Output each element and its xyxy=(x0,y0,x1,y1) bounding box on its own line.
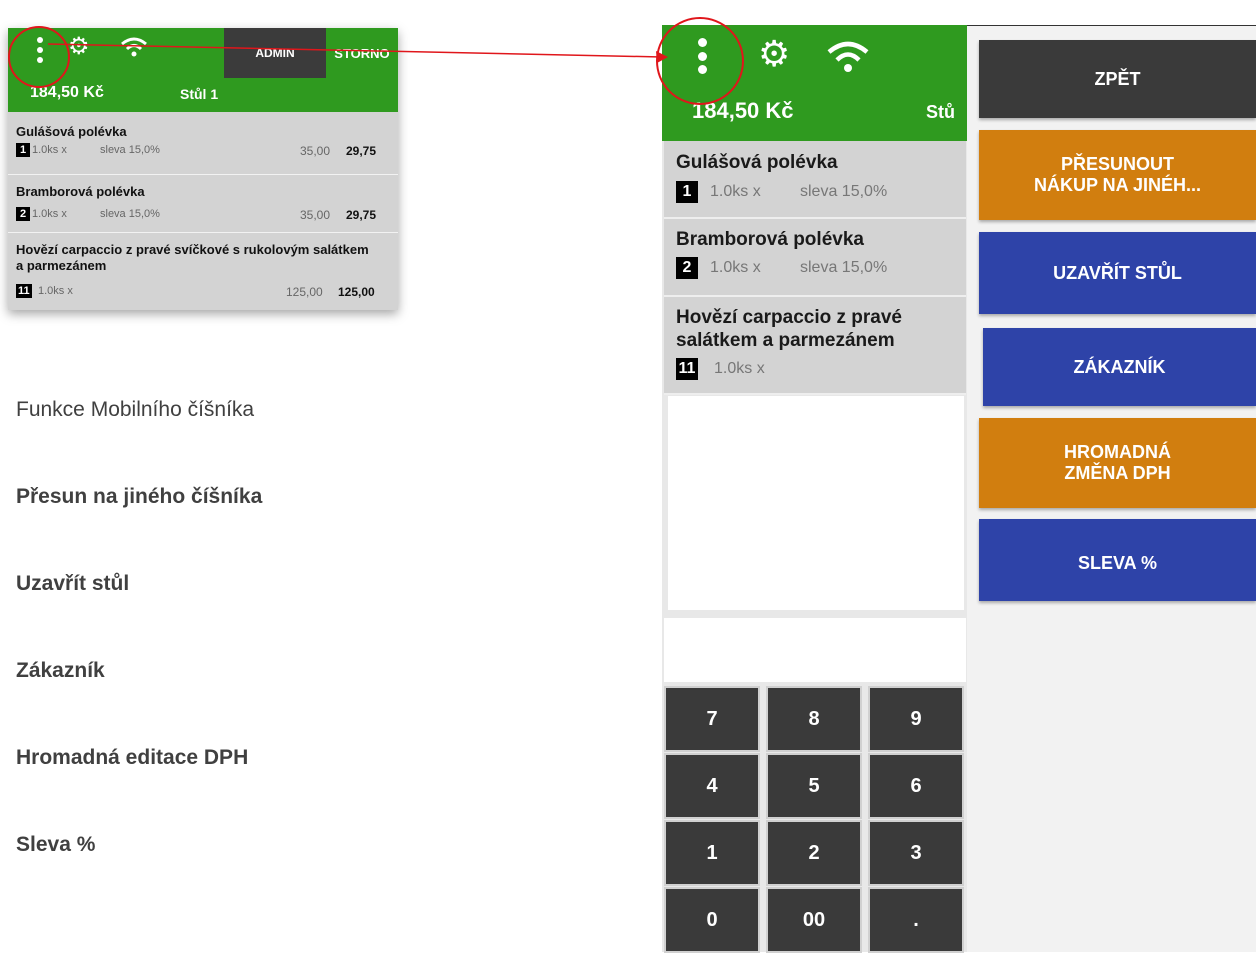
annotation-circle-large xyxy=(656,17,744,105)
annotation-circle-small xyxy=(8,26,70,88)
annotation-arrow-line xyxy=(47,43,663,58)
annotation-layer xyxy=(47,43,668,63)
